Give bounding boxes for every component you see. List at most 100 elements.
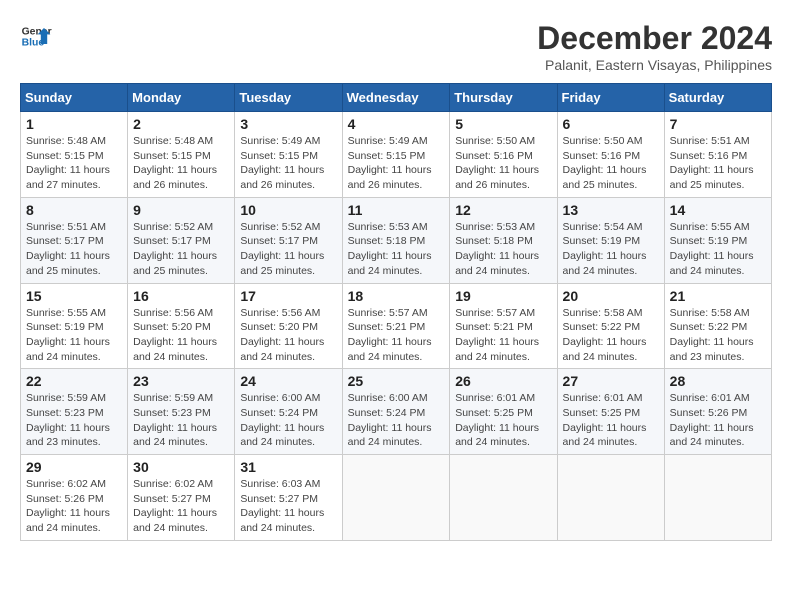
day-info: Sunrise: 6:02 AM Sunset: 5:26 PM Dayligh…: [26, 477, 122, 536]
calendar-cell: 26Sunrise: 6:01 AM Sunset: 5:25 PM Dayli…: [450, 369, 557, 455]
calendar-header-row: SundayMondayTuesdayWednesdayThursdayFrid…: [21, 84, 772, 112]
calendar-week-4: 22 Sunrise: 5:59 AM Sunset: 5:23 PM Dayli…: [21, 369, 772, 455]
day-info: Sunrise: 5:53 AM Sunset: 5:18 PM Dayligh…: [348, 220, 445, 279]
day-number: 2: [133, 116, 229, 132]
calendar-cell: 30 Sunrise: 6:02 AM Sunset: 5:27 PM Dayli…: [128, 455, 235, 541]
calendar-cell: 16Sunrise: 5:56 AM Sunset: 5:20 PM Dayli…: [128, 283, 235, 369]
calendar-cell: 29 Sunrise: 6:02 AM Sunset: 5:26 PM Dayli…: [21, 455, 128, 541]
day-info: Sunrise: 6:01 AM Sunset: 5:25 PM Dayligh…: [455, 391, 551, 450]
calendar-week-5: 29 Sunrise: 6:02 AM Sunset: 5:26 PM Dayli…: [21, 455, 772, 541]
calendar-cell: 10 Sunrise: 5:52 AM Sunset: 5:17 PM Dayli…: [235, 197, 342, 283]
title-block: December 2024 Palanit, Eastern Visayas, …: [537, 20, 772, 73]
calendar-week-3: 15Sunrise: 5:55 AM Sunset: 5:19 PM Dayli…: [21, 283, 772, 369]
calendar-cell: 18Sunrise: 5:57 AM Sunset: 5:21 PM Dayli…: [342, 283, 450, 369]
calendar-cell: 31 Sunrise: 6:03 AM Sunset: 5:27 PM Dayli…: [235, 455, 342, 541]
calendar-cell: 3 Sunrise: 5:49 AM Sunset: 5:15 PM Daylig…: [235, 112, 342, 198]
calendar-week-1: 1Sunrise: 5:48 AM Sunset: 5:15 PM Daylig…: [21, 112, 772, 198]
day-number: 11: [348, 202, 445, 218]
day-info: Sunrise: 5:57 AM Sunset: 5:21 PM Dayligh…: [455, 306, 551, 365]
calendar-header-thursday: Thursday: [450, 84, 557, 112]
day-number: 31: [240, 459, 336, 475]
day-number: 5: [455, 116, 551, 132]
day-number: 13: [563, 202, 659, 218]
calendar-cell: 24 Sunrise: 6:00 AM Sunset: 5:24 PM Dayli…: [235, 369, 342, 455]
calendar-header-monday: Monday: [128, 84, 235, 112]
calendar-cell: [342, 455, 450, 541]
day-info: Sunrise: 5:59 AM Sunset: 5:23 PM Dayligh…: [26, 391, 122, 450]
day-info: Sunrise: 5:59 AM Sunset: 5:23 PM Dayligh…: [133, 391, 229, 450]
calendar-cell: 12 Sunrise: 5:53 AM Sunset: 5:18 PM Dayli…: [450, 197, 557, 283]
day-number: 8: [26, 202, 122, 218]
day-number: 28: [670, 373, 766, 389]
calendar-cell: 20 Sunrise: 5:58 AM Sunset: 5:22 PM Dayli…: [557, 283, 664, 369]
day-number: 27: [563, 373, 659, 389]
day-number: 10: [240, 202, 336, 218]
calendar-header-wednesday: Wednesday: [342, 84, 450, 112]
calendar-cell: 7 Sunrise: 5:51 AM Sunset: 5:16 PM Daylig…: [664, 112, 771, 198]
calendar-cell: 4Sunrise: 5:49 AM Sunset: 5:15 PM Daylig…: [342, 112, 450, 198]
day-number: 22: [26, 373, 122, 389]
day-info: Sunrise: 5:48 AM Sunset: 5:15 PM Dayligh…: [133, 134, 229, 193]
day-number: 6: [563, 116, 659, 132]
calendar-cell: 9 Sunrise: 5:52 AM Sunset: 5:17 PM Daylig…: [128, 197, 235, 283]
day-info: Sunrise: 5:48 AM Sunset: 5:15 PM Dayligh…: [26, 134, 122, 193]
day-info: Sunrise: 5:51 AM Sunset: 5:17 PM Dayligh…: [26, 220, 122, 279]
day-number: 14: [670, 202, 766, 218]
calendar-cell: 8 Sunrise: 5:51 AM Sunset: 5:17 PM Daylig…: [21, 197, 128, 283]
calendar-table: SundayMondayTuesdayWednesdayThursdayFrid…: [20, 83, 772, 541]
day-info: Sunrise: 5:54 AM Sunset: 5:19 PM Dayligh…: [563, 220, 659, 279]
day-info: Sunrise: 5:51 AM Sunset: 5:16 PM Dayligh…: [670, 134, 766, 193]
day-info: Sunrise: 5:52 AM Sunset: 5:17 PM Dayligh…: [133, 220, 229, 279]
day-info: Sunrise: 5:55 AM Sunset: 5:19 PM Dayligh…: [670, 220, 766, 279]
location: Palanit, Eastern Visayas, Philippines: [537, 57, 772, 73]
day-info: Sunrise: 5:50 AM Sunset: 5:16 PM Dayligh…: [563, 134, 659, 193]
day-number: 29: [26, 459, 122, 475]
calendar-cell: 14 Sunrise: 5:55 AM Sunset: 5:19 PM Dayli…: [664, 197, 771, 283]
logo-icon: General Blue: [20, 20, 52, 52]
calendar-cell: 25 Sunrise: 6:00 AM Sunset: 5:24 PM Dayli…: [342, 369, 450, 455]
day-number: 7: [670, 116, 766, 132]
calendar-cell: [664, 455, 771, 541]
day-info: Sunrise: 5:52 AM Sunset: 5:17 PM Dayligh…: [240, 220, 336, 279]
day-number: 30: [133, 459, 229, 475]
calendar-header-sunday: Sunday: [21, 84, 128, 112]
day-number: 21: [670, 288, 766, 304]
calendar-cell: 5 Sunrise: 5:50 AM Sunset: 5:16 PM Daylig…: [450, 112, 557, 198]
day-number: 25: [348, 373, 445, 389]
calendar-cell: 2 Sunrise: 5:48 AM Sunset: 5:15 PM Daylig…: [128, 112, 235, 198]
day-info: Sunrise: 6:01 AM Sunset: 5:25 PM Dayligh…: [563, 391, 659, 450]
calendar-cell: 11 Sunrise: 5:53 AM Sunset: 5:18 PM Dayli…: [342, 197, 450, 283]
calendar-header-friday: Friday: [557, 84, 664, 112]
calendar-cell: 28Sunrise: 6:01 AM Sunset: 5:26 PM Dayli…: [664, 369, 771, 455]
day-number: 15: [26, 288, 122, 304]
calendar-cell: 23 Sunrise: 5:59 AM Sunset: 5:23 PM Dayli…: [128, 369, 235, 455]
calendar-cell: [450, 455, 557, 541]
day-number: 20: [563, 288, 659, 304]
calendar-week-2: 8 Sunrise: 5:51 AM Sunset: 5:17 PM Daylig…: [21, 197, 772, 283]
calendar-cell: [557, 455, 664, 541]
day-number: 9: [133, 202, 229, 218]
day-info: Sunrise: 5:50 AM Sunset: 5:16 PM Dayligh…: [455, 134, 551, 193]
day-number: 23: [133, 373, 229, 389]
day-info: Sunrise: 5:56 AM Sunset: 5:20 PM Dayligh…: [133, 306, 229, 365]
day-info: Sunrise: 5:58 AM Sunset: 5:22 PM Dayligh…: [563, 306, 659, 365]
day-info: Sunrise: 5:56 AM Sunset: 5:20 PM Dayligh…: [240, 306, 336, 365]
day-info: Sunrise: 6:00 AM Sunset: 5:24 PM Dayligh…: [240, 391, 336, 450]
day-info: Sunrise: 6:02 AM Sunset: 5:27 PM Dayligh…: [133, 477, 229, 536]
logo: General Blue: [20, 20, 52, 52]
day-info: Sunrise: 5:58 AM Sunset: 5:22 PM Dayligh…: [670, 306, 766, 365]
day-number: 19: [455, 288, 551, 304]
day-number: 24: [240, 373, 336, 389]
calendar-cell: 6 Sunrise: 5:50 AM Sunset: 5:16 PM Daylig…: [557, 112, 664, 198]
day-number: 17: [240, 288, 336, 304]
day-info: Sunrise: 5:57 AM Sunset: 5:21 PM Dayligh…: [348, 306, 445, 365]
day-number: 3: [240, 116, 336, 132]
calendar-cell: 21 Sunrise: 5:58 AM Sunset: 5:22 PM Dayli…: [664, 283, 771, 369]
day-info: Sunrise: 6:03 AM Sunset: 5:27 PM Dayligh…: [240, 477, 336, 536]
calendar-cell: 27 Sunrise: 6:01 AM Sunset: 5:25 PM Dayli…: [557, 369, 664, 455]
day-info: Sunrise: 6:00 AM Sunset: 5:24 PM Dayligh…: [348, 391, 445, 450]
day-number: 12: [455, 202, 551, 218]
day-info: Sunrise: 5:49 AM Sunset: 5:15 PM Dayligh…: [240, 134, 336, 193]
calendar-cell: 22 Sunrise: 5:59 AM Sunset: 5:23 PM Dayli…: [21, 369, 128, 455]
day-info: Sunrise: 5:53 AM Sunset: 5:18 PM Dayligh…: [455, 220, 551, 279]
